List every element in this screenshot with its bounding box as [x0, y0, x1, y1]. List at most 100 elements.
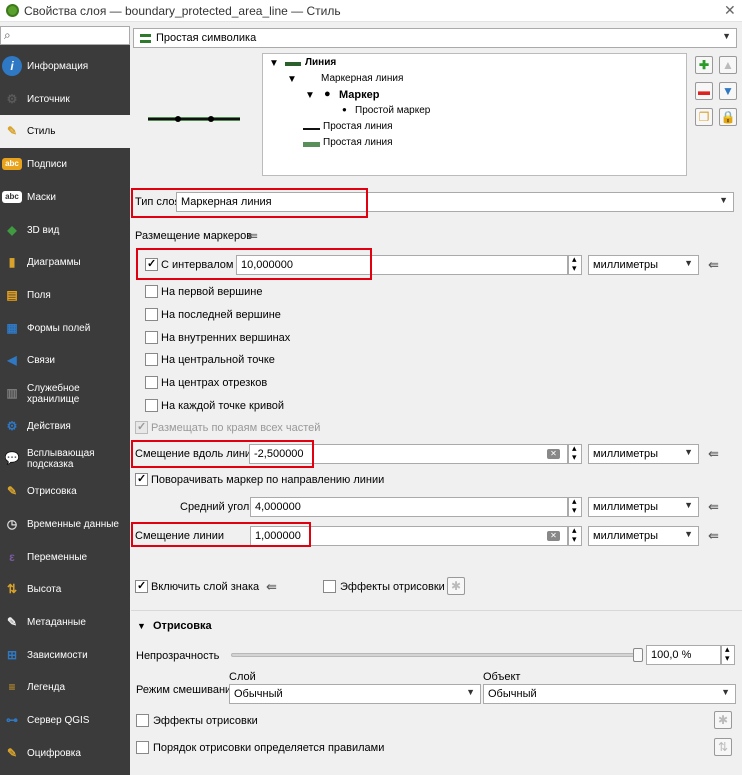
unit-value: миллиметры	[593, 501, 659, 513]
opacity-spinner[interactable]	[721, 644, 735, 665]
collapse-arrow-icon[interactable]: ▼	[305, 90, 315, 101]
sidebar-item[interactable]: ≡ Легенда	[0, 671, 130, 704]
sidebar-item[interactable]: ⚙ Действия	[0, 410, 130, 443]
sidebar-item[interactable]: ✎ Отрисовка	[0, 475, 130, 508]
data-defined-override-icon[interactable]: ⇚	[708, 529, 726, 543]
actions-gear-icon: ⚙	[6, 418, 18, 433]
rotate-marker-checkbox[interactable]	[135, 472, 148, 486]
opacity-input[interactable]: 100,0 %	[646, 645, 721, 665]
tree-root-line[interactable]: Линия	[305, 57, 336, 68]
avg-angle-input[interactable]: 4,000000	[250, 497, 568, 517]
sidebar-item-label: Подписи	[27, 159, 67, 171]
renderer-select[interactable]: Простая символика ▼	[133, 28, 737, 48]
placement-option-checkbox[interactable]	[145, 285, 158, 298]
sidebar-item[interactable]: ▮ Диаграммы	[0, 246, 130, 279]
qgis-server-icon: ⊶	[6, 713, 18, 727]
sidebar-item[interactable]: ✎ Оцифровка	[0, 737, 130, 770]
interval-unit-select[interactable]: миллиметры ▼	[588, 255, 699, 275]
placement-option-label: На центральной точке	[161, 354, 275, 367]
clear-icon[interactable]: ✕	[547, 531, 560, 541]
move-up-button[interactable]: ▲	[719, 56, 737, 74]
opacity-slider[interactable]	[231, 653, 643, 657]
object-blend-value: Обычный	[488, 688, 537, 700]
placement-option-checkbox[interactable]	[145, 353, 158, 367]
opacity-slider-handle[interactable]	[633, 648, 643, 662]
add-layer-button[interactable]: ✚	[695, 56, 713, 74]
tree-marker-line[interactable]: Маркерная линия	[321, 73, 403, 84]
clear-icon[interactable]: ✕	[547, 449, 560, 459]
highlight-box	[136, 248, 372, 280]
marker-dot-icon: ●	[324, 88, 331, 100]
rendering-header: Отрисовка	[153, 620, 212, 632]
data-defined-override-icon[interactable]: ⇚	[708, 258, 726, 272]
avg-angle-label: Средний угол	[180, 501, 250, 513]
sidebar-item-label: Высота	[27, 584, 62, 596]
placement-option-checkbox[interactable]	[145, 330, 158, 344]
digitizing-icon: ✎	[6, 745, 18, 760]
collapse-arrow-icon[interactable]: ▼	[287, 74, 297, 85]
sidebar-item[interactable]: i Информация	[0, 50, 130, 83]
highlight-box	[131, 188, 368, 218]
data-defined-override-icon[interactable]: ⇚	[266, 580, 284, 594]
place-on-parts-checkbox[interactable]	[135, 420, 148, 434]
sidebar-item[interactable]: ▦ Формы полей	[0, 312, 130, 345]
avg-angle-spinner[interactable]	[568, 496, 582, 517]
close-icon[interactable]: ✕	[724, 2, 736, 19]
sidebar-item[interactable]: ⚙ Источник	[0, 83, 130, 116]
sidebar-item[interactable]: ⊶ Сервер QGIS	[0, 704, 130, 737]
offset-along-unit-select[interactable]: миллиметры ▼	[588, 444, 699, 464]
placement-option-checkbox[interactable]	[145, 399, 158, 412]
sidebar-item[interactable]: ⇅ Высота	[0, 573, 130, 606]
effects-star-icon[interactable]: ✱	[714, 711, 732, 729]
symbol-preview	[143, 103, 243, 133]
data-defined-override-icon[interactable]: ⇚	[247, 229, 265, 243]
tree-simple-line-2[interactable]: Простая линия	[323, 137, 392, 148]
collapse-arrow-icon[interactable]: ▼	[269, 58, 279, 69]
unit-value: миллиметры	[593, 259, 659, 271]
placement-option-label: На последней вершине	[161, 308, 281, 321]
line-offset-unit-select[interactable]: миллиметры ▼	[588, 526, 699, 546]
placement-option-checkbox[interactable]	[145, 376, 158, 390]
render-effects-checkbox[interactable]	[136, 714, 149, 727]
sidebar-search-input[interactable]: ⌕	[0, 26, 130, 45]
sidebar-item[interactable]: ✎ Стиль	[0, 115, 130, 149]
object-blend-select[interactable]: Обычный ▼	[483, 684, 736, 704]
simple-line-icon	[303, 140, 320, 148]
line-offset-spinner[interactable]	[568, 525, 582, 546]
sidebar-item-label: Диаграммы	[27, 257, 81, 269]
move-down-button[interactable]: ▼	[719, 82, 737, 100]
sidebar-item[interactable]: abc Маски	[0, 181, 130, 214]
lock-layer-button[interactable]: 🔒	[719, 108, 737, 126]
sidebar-item[interactable]: ◆ 3D вид	[0, 214, 130, 247]
tree-marker[interactable]: Маркер	[339, 89, 379, 101]
tree-simple-marker[interactable]: Простой маркер	[355, 105, 430, 116]
tree-simple-line-1[interactable]: Простая линия	[323, 121, 392, 132]
rule-order-checkbox[interactable]	[136, 741, 149, 754]
avg-angle-unit-select[interactable]: миллиметры ▼	[588, 497, 699, 517]
sidebar-item[interactable]: ▥ Служебное хранилище	[0, 377, 130, 410]
sidebar-item-label: Зависимости	[27, 649, 88, 661]
sidebar-item[interactable]: ⊞ Зависимости	[0, 639, 130, 672]
sidebar-item[interactable]: 💬 Всплывающая подсказка	[0, 442, 130, 475]
sidebar-item[interactable]: ▤ Поля	[0, 279, 130, 312]
sidebar-item[interactable]: abc Подписи	[0, 148, 130, 181]
offset-along-spinner[interactable]	[568, 443, 582, 464]
placement-option-checkbox[interactable]	[145, 307, 158, 321]
collapse-arrow-icon[interactable]: ▼	[137, 621, 146, 631]
enable-layer-checkbox[interactable]	[135, 579, 148, 593]
sidebar-item[interactable]: ε Переменные	[0, 541, 130, 574]
sidebar-item[interactable]: ◷ Временные данные	[0, 508, 130, 541]
layer-blend-select[interactable]: Обычный ▼	[229, 684, 481, 704]
sidebar-item-label: Источник	[27, 93, 70, 105]
sidebar-item[interactable]: ◀ Связи	[0, 344, 130, 377]
duplicate-layer-button[interactable]: ❐	[695, 108, 713, 126]
data-defined-override-icon[interactable]: ⇚	[708, 447, 726, 461]
data-defined-override-icon[interactable]: ⇚	[708, 500, 726, 514]
sort-order-icon[interactable]: ⇅	[714, 738, 732, 756]
effects-star-icon[interactable]: ✱	[447, 577, 465, 595]
draw-effects-checkbox[interactable]	[323, 580, 336, 593]
forms-icon: ▦	[6, 320, 18, 335]
remove-layer-button[interactable]: ▬	[695, 82, 713, 100]
interval-spinner[interactable]	[568, 254, 582, 275]
sidebar-item[interactable]: ✎ Метаданные	[0, 606, 130, 639]
